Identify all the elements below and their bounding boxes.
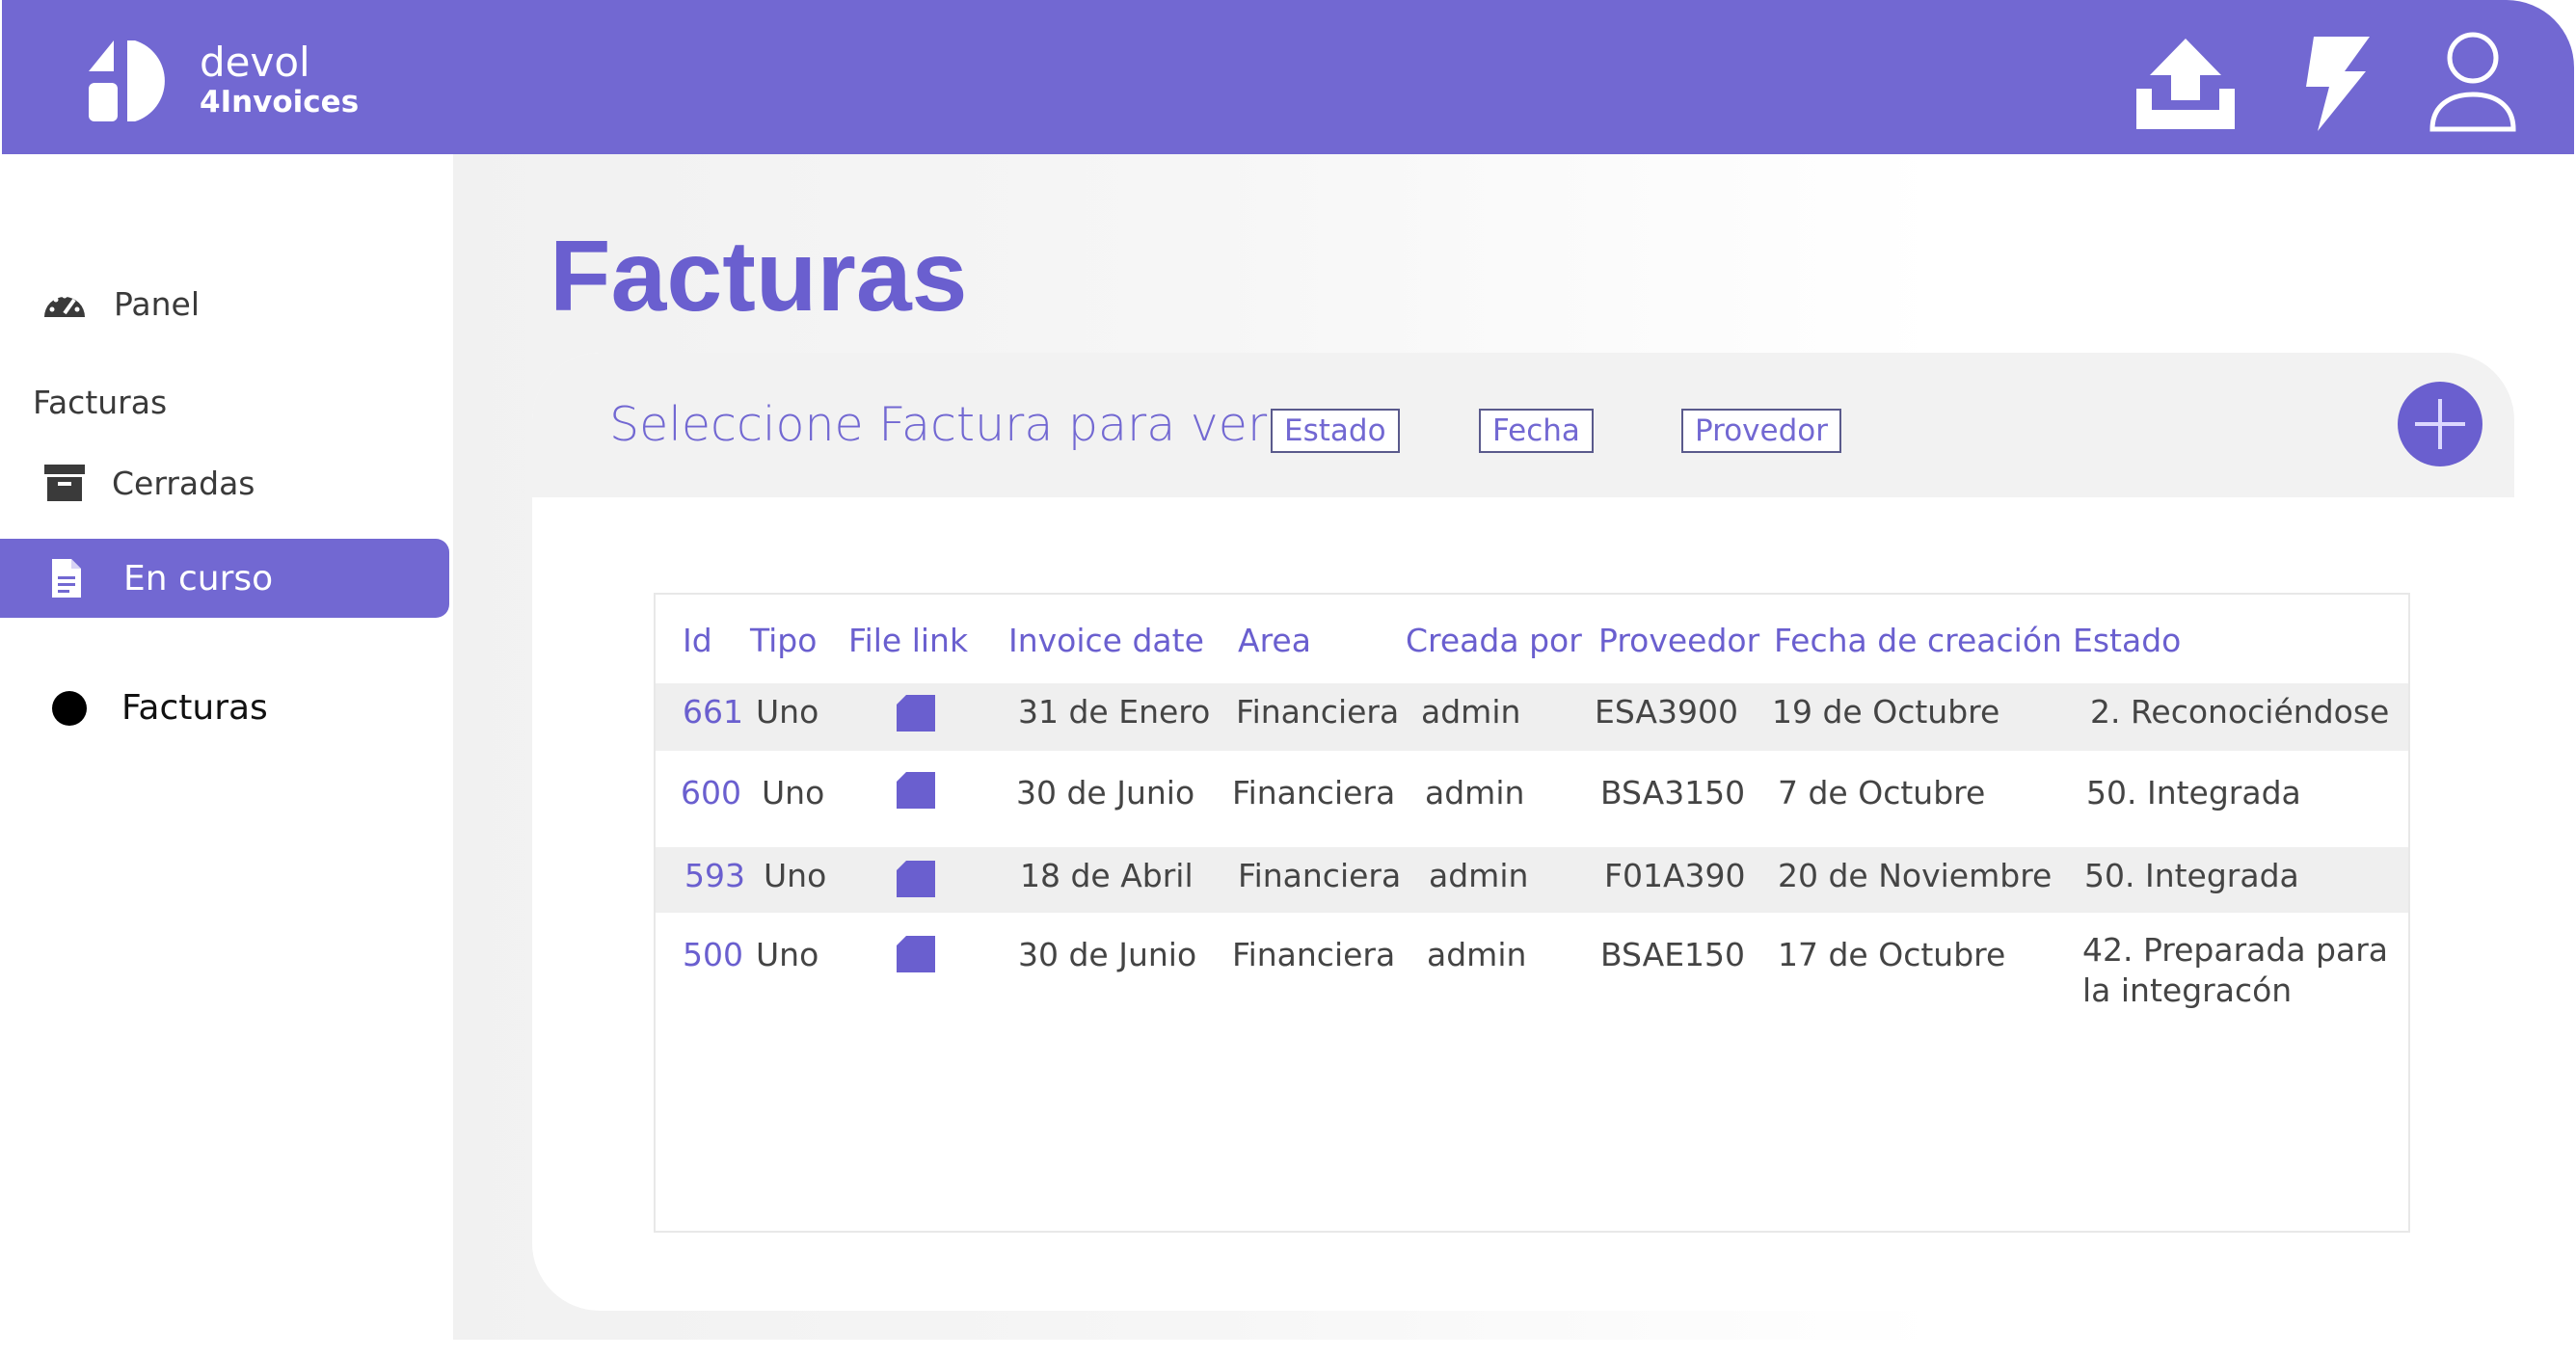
cell-area: Financiera: [1232, 774, 1396, 812]
top-bar: devol 4Invoices: [2, 0, 2574, 154]
brand-line-2: 4Invoices: [200, 85, 360, 120]
cell-proveedor: F01A390: [1604, 857, 1746, 894]
cell-invoice-date: 31 de Enero: [1018, 693, 1211, 731]
file-link-icon[interactable]: [897, 695, 935, 732]
cell-estado: 50. Integrada: [2086, 774, 2301, 812]
column-header-invoice-date[interactable]: Invoice date: [1008, 622, 1204, 659]
sidebar-item-label: En curso: [123, 558, 274, 599]
sidebar-section-label: Facturas: [33, 384, 168, 421]
column-header-fecha-creacion[interactable]: Fecha de creación: [1774, 622, 2062, 659]
table-row[interactable]: 661 Uno 31 de Enero Financiera admin ESA…: [656, 683, 2408, 751]
cell-creada-por: admin: [1429, 857, 1529, 894]
devol-logo-icon: [89, 40, 165, 121]
column-header-creada-por[interactable]: Creada por: [1406, 622, 1582, 659]
card-header: Seleccione Factura para ver Estado Fecha…: [532, 353, 2514, 497]
sidebar-item-en-curso[interactable]: En curso: [0, 539, 449, 618]
cell-proveedor: BSA3150: [1600, 774, 1746, 812]
sidebar-item-facturas[interactable]: Facturas: [52, 688, 268, 728]
cell-tipo: Uno: [756, 693, 819, 731]
column-header-file-link[interactable]: File link: [848, 622, 968, 659]
cell-proveedor: BSAE150: [1600, 936, 1746, 973]
brand-line-1: devol: [200, 39, 310, 86]
cell-tipo: Uno: [762, 774, 825, 812]
dashboard-gauge-icon: [44, 293, 85, 317]
sidebar-item-label: Facturas: [121, 688, 268, 728]
page-title: Facturas: [550, 221, 968, 333]
cell-id[interactable]: 661: [683, 693, 743, 731]
cell-id[interactable]: 593: [684, 857, 745, 894]
file-link-icon[interactable]: [897, 936, 935, 972]
cell-invoice-date: 30 de Junio: [1018, 936, 1197, 973]
filter-fecha-button[interactable]: Fecha: [1479, 409, 1594, 453]
cell-estado: 2. Reconociéndose: [2090, 693, 2390, 731]
cell-id[interactable]: 600: [681, 774, 741, 812]
user-icon[interactable]: [2427, 29, 2519, 133]
cell-tipo: Uno: [764, 857, 827, 894]
table-row[interactable]: 500 Uno 30 de Junio Financiera admin BSA…: [656, 913, 2408, 1038]
file-link-icon[interactable]: [897, 772, 935, 809]
sidebar-item-panel[interactable]: Panel: [40, 282, 200, 325]
cell-invoice-date: 30 de Junio: [1016, 774, 1195, 812]
cell-fecha-creacion: 19 de Octubre: [1772, 693, 2000, 731]
table-row[interactable]: 593 Uno 18 de Abril Financiera admin F01…: [656, 847, 2408, 913]
black-dot-icon: [52, 690, 87, 726]
plus-icon: [2415, 399, 2465, 449]
sidebar-item-label: Cerradas: [112, 464, 255, 502]
column-header-area[interactable]: Area: [1238, 622, 1311, 659]
cell-creada-por: admin: [1421, 693, 1521, 731]
upload-icon[interactable]: [2133, 37, 2239, 131]
archive-box-icon: [44, 465, 85, 501]
cell-area: Financiera: [1232, 936, 1396, 973]
cell-fecha-creacion: 17 de Octubre: [1778, 936, 2006, 973]
column-header-estado[interactable]: Estado: [2073, 622, 2181, 659]
filter-estado-button[interactable]: Estado: [1271, 409, 1400, 453]
cell-fecha-creacion: 20 de Noviembre: [1778, 857, 2053, 894]
cell-invoice-date: 18 de Abril: [1020, 857, 1194, 894]
cell-creada-por: admin: [1427, 936, 1527, 973]
card-title: Seleccione Factura para ver: [609, 397, 1268, 452]
file-link-icon[interactable]: [897, 861, 935, 897]
sidebar-section-facturas: Facturas: [33, 384, 167, 421]
lightning-icon[interactable]: [2296, 33, 2374, 133]
sidebar-item-label: Panel: [114, 284, 201, 323]
cell-id[interactable]: 500: [683, 936, 743, 973]
cell-fecha-creacion: 7 de Octubre: [1778, 774, 1986, 812]
cell-estado: 42. Preparada para la integracón: [2082, 931, 2389, 1009]
cell-area: Financiera: [1238, 857, 1402, 894]
cell-tipo: Uno: [756, 936, 819, 973]
add-invoice-button[interactable]: [2398, 382, 2482, 466]
sidebar: [0, 154, 453, 1357]
cell-area: Financiera: [1236, 693, 1400, 731]
invoices-table: Id Tipo File link Invoice date Area Crea…: [654, 593, 2410, 1233]
cell-estado: 50. Integrada: [2084, 857, 2299, 894]
brand-name: devol 4Invoices: [200, 39, 359, 118]
table-row[interactable]: 600 Uno 30 de Junio Financiera admin BSA…: [656, 751, 2408, 828]
column-header-tipo[interactable]: Tipo: [750, 622, 817, 659]
cell-creada-por: admin: [1425, 774, 1525, 812]
column-header-id[interactable]: Id: [683, 622, 712, 659]
column-header-proveedor[interactable]: Proveedor: [1598, 622, 1759, 659]
sidebar-item-cerradas[interactable]: Cerradas: [42, 463, 255, 503]
document-icon: [52, 559, 81, 598]
filter-proveedor-button[interactable]: Provedor: [1681, 409, 1841, 453]
cell-proveedor: ESA3900: [1595, 693, 1738, 731]
